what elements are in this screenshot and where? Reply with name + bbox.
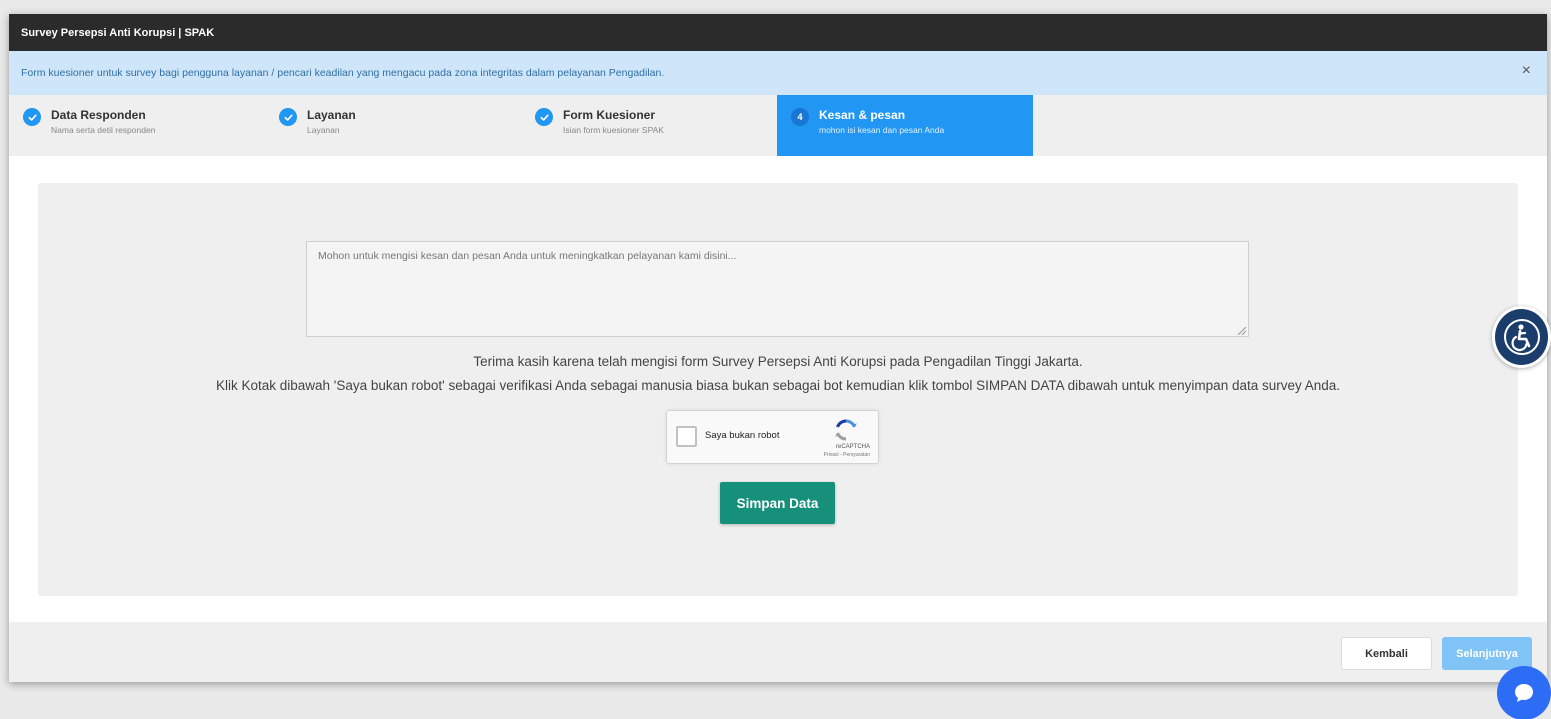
recaptcha-checkbox[interactable] (676, 426, 697, 447)
survey-modal: Survey Persepsi Anti Korupsi | SPAK Form… (9, 14, 1547, 682)
step-title: Form Kuesioner (563, 108, 656, 122)
step-title: Data Responden (51, 108, 146, 122)
instruction-text: Klik Kotak dibawah 'Saya bukan robot' se… (215, 378, 1341, 393)
form-panel: Terima kasih karena telah mengisi form S… (38, 183, 1518, 596)
info-alert: Form kuesioner untuk survey bagi penggun… (9, 51, 1547, 95)
recaptcha-brand: reCAPTCHA (835, 444, 870, 450)
message-textarea[interactable] (306, 241, 1249, 337)
recaptcha-logo-icon (835, 419, 857, 441)
recaptcha-widget: Saya bukan robot reCAPTCHA Privasi - Per… (666, 410, 879, 464)
recaptcha-terms-link[interactable]: Privasi - Persyaratan (824, 452, 870, 458)
check-circle-icon (279, 108, 297, 126)
step-number-badge: 4 (791, 108, 809, 126)
step-subtitle: Layanan (307, 125, 340, 135)
thanks-text: Terima kasih karena telah mengisi form S… (473, 354, 1083, 369)
step-subtitle: Isian form kuesioner SPAK (563, 125, 664, 135)
save-button[interactable]: Simpan Data (720, 482, 835, 524)
stepper: Data Responden Nama serta detil responde… (9, 95, 1547, 156)
modal-title: Survey Persepsi Anti Korupsi | SPAK (9, 14, 1547, 51)
close-icon[interactable]: × (1522, 63, 1531, 79)
step-form-kuesioner[interactable]: Form Kuesioner Isian form kuesioner SPAK (521, 95, 777, 156)
chat-icon[interactable] (1497, 666, 1551, 719)
info-alert-text: Form kuesioner untuk survey bagi penggun… (21, 67, 665, 79)
resize-handle-icon[interactable] (1238, 327, 1246, 335)
step-kesan-pesan[interactable]: 4 Kesan & pesan mohon isi kesan dan pesa… (777, 95, 1033, 156)
step-subtitle: mohon isi kesan dan pesan Anda (819, 125, 945, 135)
recaptcha-label: Saya bukan robot (705, 430, 780, 441)
check-circle-icon (535, 108, 553, 126)
step-layanan[interactable]: Layanan Layanan (265, 95, 521, 156)
next-button[interactable]: Selanjutnya (1442, 637, 1532, 670)
back-button[interactable]: Kembali (1341, 637, 1432, 670)
modal-footer: Kembali Selanjutnya (9, 622, 1547, 682)
step-data-responden[interactable]: Data Responden Nama serta detil responde… (9, 95, 265, 156)
accessibility-icon[interactable] (1492, 306, 1551, 368)
check-circle-icon (23, 108, 41, 126)
step-title: Kesan & pesan (819, 108, 906, 122)
step-subtitle: Nama serta detil responden (51, 125, 156, 135)
step-title: Layanan (307, 108, 356, 122)
